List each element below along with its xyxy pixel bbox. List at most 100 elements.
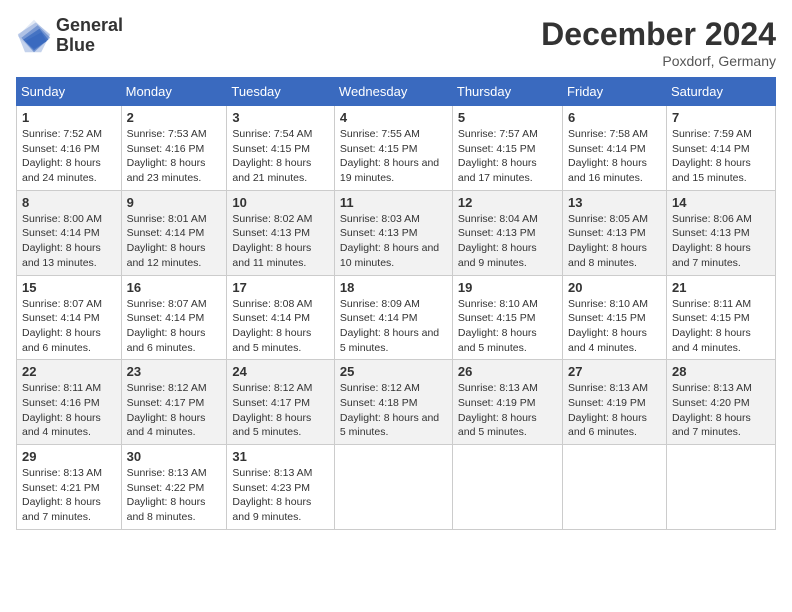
calendar-day-cell: 19 Sunrise: 8:10 AMSunset: 4:15 PMDaylig… — [452, 275, 562, 360]
day-number: 23 — [127, 364, 222, 379]
day-info: Sunrise: 8:00 AMSunset: 4:14 PMDaylight:… — [22, 213, 102, 269]
day-info: Sunrise: 7:52 AMSunset: 4:16 PMDaylight:… — [22, 128, 102, 184]
day-number: 9 — [127, 195, 222, 210]
day-number: 17 — [232, 280, 329, 295]
day-number: 11 — [340, 195, 447, 210]
day-info: Sunrise: 8:13 AMSunset: 4:20 PMDaylight:… — [672, 382, 752, 438]
day-info: Sunrise: 7:57 AMSunset: 4:15 PMDaylight:… — [458, 128, 538, 184]
calendar-day-cell — [334, 445, 452, 530]
calendar-week-row: 8 Sunrise: 8:00 AMSunset: 4:14 PMDayligh… — [17, 190, 776, 275]
weekday-header-sunday: Sunday — [17, 78, 122, 106]
day-info: Sunrise: 8:09 AMSunset: 4:14 PMDaylight:… — [340, 298, 439, 354]
day-number: 14 — [672, 195, 770, 210]
day-info: Sunrise: 8:12 AMSunset: 4:17 PMDaylight:… — [232, 382, 312, 438]
day-number: 19 — [458, 280, 557, 295]
calendar-day-cell: 17 Sunrise: 8:08 AMSunset: 4:14 PMDaylig… — [227, 275, 335, 360]
calendar-day-cell: 14 Sunrise: 8:06 AMSunset: 4:13 PMDaylig… — [666, 190, 775, 275]
day-number: 20 — [568, 280, 661, 295]
calendar-day-cell: 23 Sunrise: 8:12 AMSunset: 4:17 PMDaylig… — [121, 360, 227, 445]
day-info: Sunrise: 7:54 AMSunset: 4:15 PMDaylight:… — [232, 128, 312, 184]
weekday-header-thursday: Thursday — [452, 78, 562, 106]
day-info: Sunrise: 7:55 AMSunset: 4:15 PMDaylight:… — [340, 128, 439, 184]
calendar-day-cell — [563, 445, 667, 530]
day-info: Sunrise: 7:53 AMSunset: 4:16 PMDaylight:… — [127, 128, 207, 184]
day-info: Sunrise: 8:13 AMSunset: 4:21 PMDaylight:… — [22, 467, 102, 523]
day-number: 5 — [458, 110, 557, 125]
calendar-week-row: 1 Sunrise: 7:52 AMSunset: 4:16 PMDayligh… — [17, 106, 776, 191]
day-number: 21 — [672, 280, 770, 295]
title-block: December 2024 Poxdorf, Germany — [541, 16, 776, 69]
calendar-day-cell: 31 Sunrise: 8:13 AMSunset: 4:23 PMDaylig… — [227, 445, 335, 530]
day-info: Sunrise: 8:02 AMSunset: 4:13 PMDaylight:… — [232, 213, 312, 269]
calendar-day-cell: 28 Sunrise: 8:13 AMSunset: 4:20 PMDaylig… — [666, 360, 775, 445]
calendar-day-cell: 18 Sunrise: 8:09 AMSunset: 4:14 PMDaylig… — [334, 275, 452, 360]
day-info: Sunrise: 8:08 AMSunset: 4:14 PMDaylight:… — [232, 298, 312, 354]
calendar-day-cell: 2 Sunrise: 7:53 AMSunset: 4:16 PMDayligh… — [121, 106, 227, 191]
day-info: Sunrise: 8:04 AMSunset: 4:13 PMDaylight:… — [458, 213, 538, 269]
day-number: 25 — [340, 364, 447, 379]
day-number: 10 — [232, 195, 329, 210]
month-title: December 2024 — [541, 16, 776, 53]
calendar-day-cell: 1 Sunrise: 7:52 AMSunset: 4:16 PMDayligh… — [17, 106, 122, 191]
day-number: 29 — [22, 449, 116, 464]
weekday-header-saturday: Saturday — [666, 78, 775, 106]
day-number: 12 — [458, 195, 557, 210]
calendar-day-cell: 20 Sunrise: 8:10 AMSunset: 4:15 PMDaylig… — [563, 275, 667, 360]
calendar-day-cell: 7 Sunrise: 7:59 AMSunset: 4:14 PMDayligh… — [666, 106, 775, 191]
day-number: 4 — [340, 110, 447, 125]
day-info: Sunrise: 8:10 AMSunset: 4:15 PMDaylight:… — [458, 298, 538, 354]
day-info: Sunrise: 8:12 AMSunset: 4:17 PMDaylight:… — [127, 382, 207, 438]
weekday-header-row: SundayMondayTuesdayWednesdayThursdayFrid… — [17, 78, 776, 106]
calendar-day-cell: 27 Sunrise: 8:13 AMSunset: 4:19 PMDaylig… — [563, 360, 667, 445]
day-number: 3 — [232, 110, 329, 125]
day-number: 8 — [22, 195, 116, 210]
day-info: Sunrise: 8:13 AMSunset: 4:23 PMDaylight:… — [232, 467, 312, 523]
calendar-week-row: 22 Sunrise: 8:11 AMSunset: 4:16 PMDaylig… — [17, 360, 776, 445]
day-number: 31 — [232, 449, 329, 464]
day-number: 15 — [22, 280, 116, 295]
calendar-day-cell: 25 Sunrise: 8:12 AMSunset: 4:18 PMDaylig… — [334, 360, 452, 445]
calendar-day-cell: 8 Sunrise: 8:00 AMSunset: 4:14 PMDayligh… — [17, 190, 122, 275]
day-info: Sunrise: 8:13 AMSunset: 4:19 PMDaylight:… — [458, 382, 538, 438]
calendar-day-cell: 12 Sunrise: 8:04 AMSunset: 4:13 PMDaylig… — [452, 190, 562, 275]
day-info: Sunrise: 8:03 AMSunset: 4:13 PMDaylight:… — [340, 213, 439, 269]
calendar-day-cell: 9 Sunrise: 8:01 AMSunset: 4:14 PMDayligh… — [121, 190, 227, 275]
calendar-day-cell: 11 Sunrise: 8:03 AMSunset: 4:13 PMDaylig… — [334, 190, 452, 275]
day-info: Sunrise: 8:05 AMSunset: 4:13 PMDaylight:… — [568, 213, 648, 269]
calendar-day-cell: 13 Sunrise: 8:05 AMSunset: 4:13 PMDaylig… — [563, 190, 667, 275]
day-info: Sunrise: 8:10 AMSunset: 4:15 PMDaylight:… — [568, 298, 648, 354]
calendar-day-cell: 10 Sunrise: 8:02 AMSunset: 4:13 PMDaylig… — [227, 190, 335, 275]
day-info: Sunrise: 8:11 AMSunset: 4:16 PMDaylight:… — [22, 382, 101, 438]
weekday-header-monday: Monday — [121, 78, 227, 106]
day-number: 28 — [672, 364, 770, 379]
logo-text: General Blue — [56, 16, 123, 56]
calendar-day-cell — [452, 445, 562, 530]
weekday-header-friday: Friday — [563, 78, 667, 106]
calendar-day-cell: 5 Sunrise: 7:57 AMSunset: 4:15 PMDayligh… — [452, 106, 562, 191]
day-info: Sunrise: 8:13 AMSunset: 4:19 PMDaylight:… — [568, 382, 648, 438]
day-info: Sunrise: 7:58 AMSunset: 4:14 PMDaylight:… — [568, 128, 648, 184]
day-info: Sunrise: 8:13 AMSunset: 4:22 PMDaylight:… — [127, 467, 207, 523]
calendar-day-cell: 15 Sunrise: 8:07 AMSunset: 4:14 PMDaylig… — [17, 275, 122, 360]
day-number: 7 — [672, 110, 770, 125]
calendar-day-cell: 21 Sunrise: 8:11 AMSunset: 4:15 PMDaylig… — [666, 275, 775, 360]
calendar-day-cell: 22 Sunrise: 8:11 AMSunset: 4:16 PMDaylig… — [17, 360, 122, 445]
day-number: 27 — [568, 364, 661, 379]
calendar-day-cell: 24 Sunrise: 8:12 AMSunset: 4:17 PMDaylig… — [227, 360, 335, 445]
calendar-day-cell: 29 Sunrise: 8:13 AMSunset: 4:21 PMDaylig… — [17, 445, 122, 530]
day-number: 16 — [127, 280, 222, 295]
page-header: General Blue December 2024 Poxdorf, Germ… — [16, 16, 776, 69]
day-number: 26 — [458, 364, 557, 379]
calendar-day-cell: 30 Sunrise: 8:13 AMSunset: 4:22 PMDaylig… — [121, 445, 227, 530]
calendar-day-cell — [666, 445, 775, 530]
day-number: 22 — [22, 364, 116, 379]
calendar-week-row: 15 Sunrise: 8:07 AMSunset: 4:14 PMDaylig… — [17, 275, 776, 360]
day-info: Sunrise: 8:06 AMSunset: 4:13 PMDaylight:… — [672, 213, 752, 269]
logo: General Blue — [16, 16, 123, 56]
calendar-day-cell: 3 Sunrise: 7:54 AMSunset: 4:15 PMDayligh… — [227, 106, 335, 191]
day-info: Sunrise: 8:01 AMSunset: 4:14 PMDaylight:… — [127, 213, 207, 269]
day-info: Sunrise: 8:07 AMSunset: 4:14 PMDaylight:… — [22, 298, 102, 354]
day-number: 1 — [22, 110, 116, 125]
calendar-week-row: 29 Sunrise: 8:13 AMSunset: 4:21 PMDaylig… — [17, 445, 776, 530]
day-number: 6 — [568, 110, 661, 125]
